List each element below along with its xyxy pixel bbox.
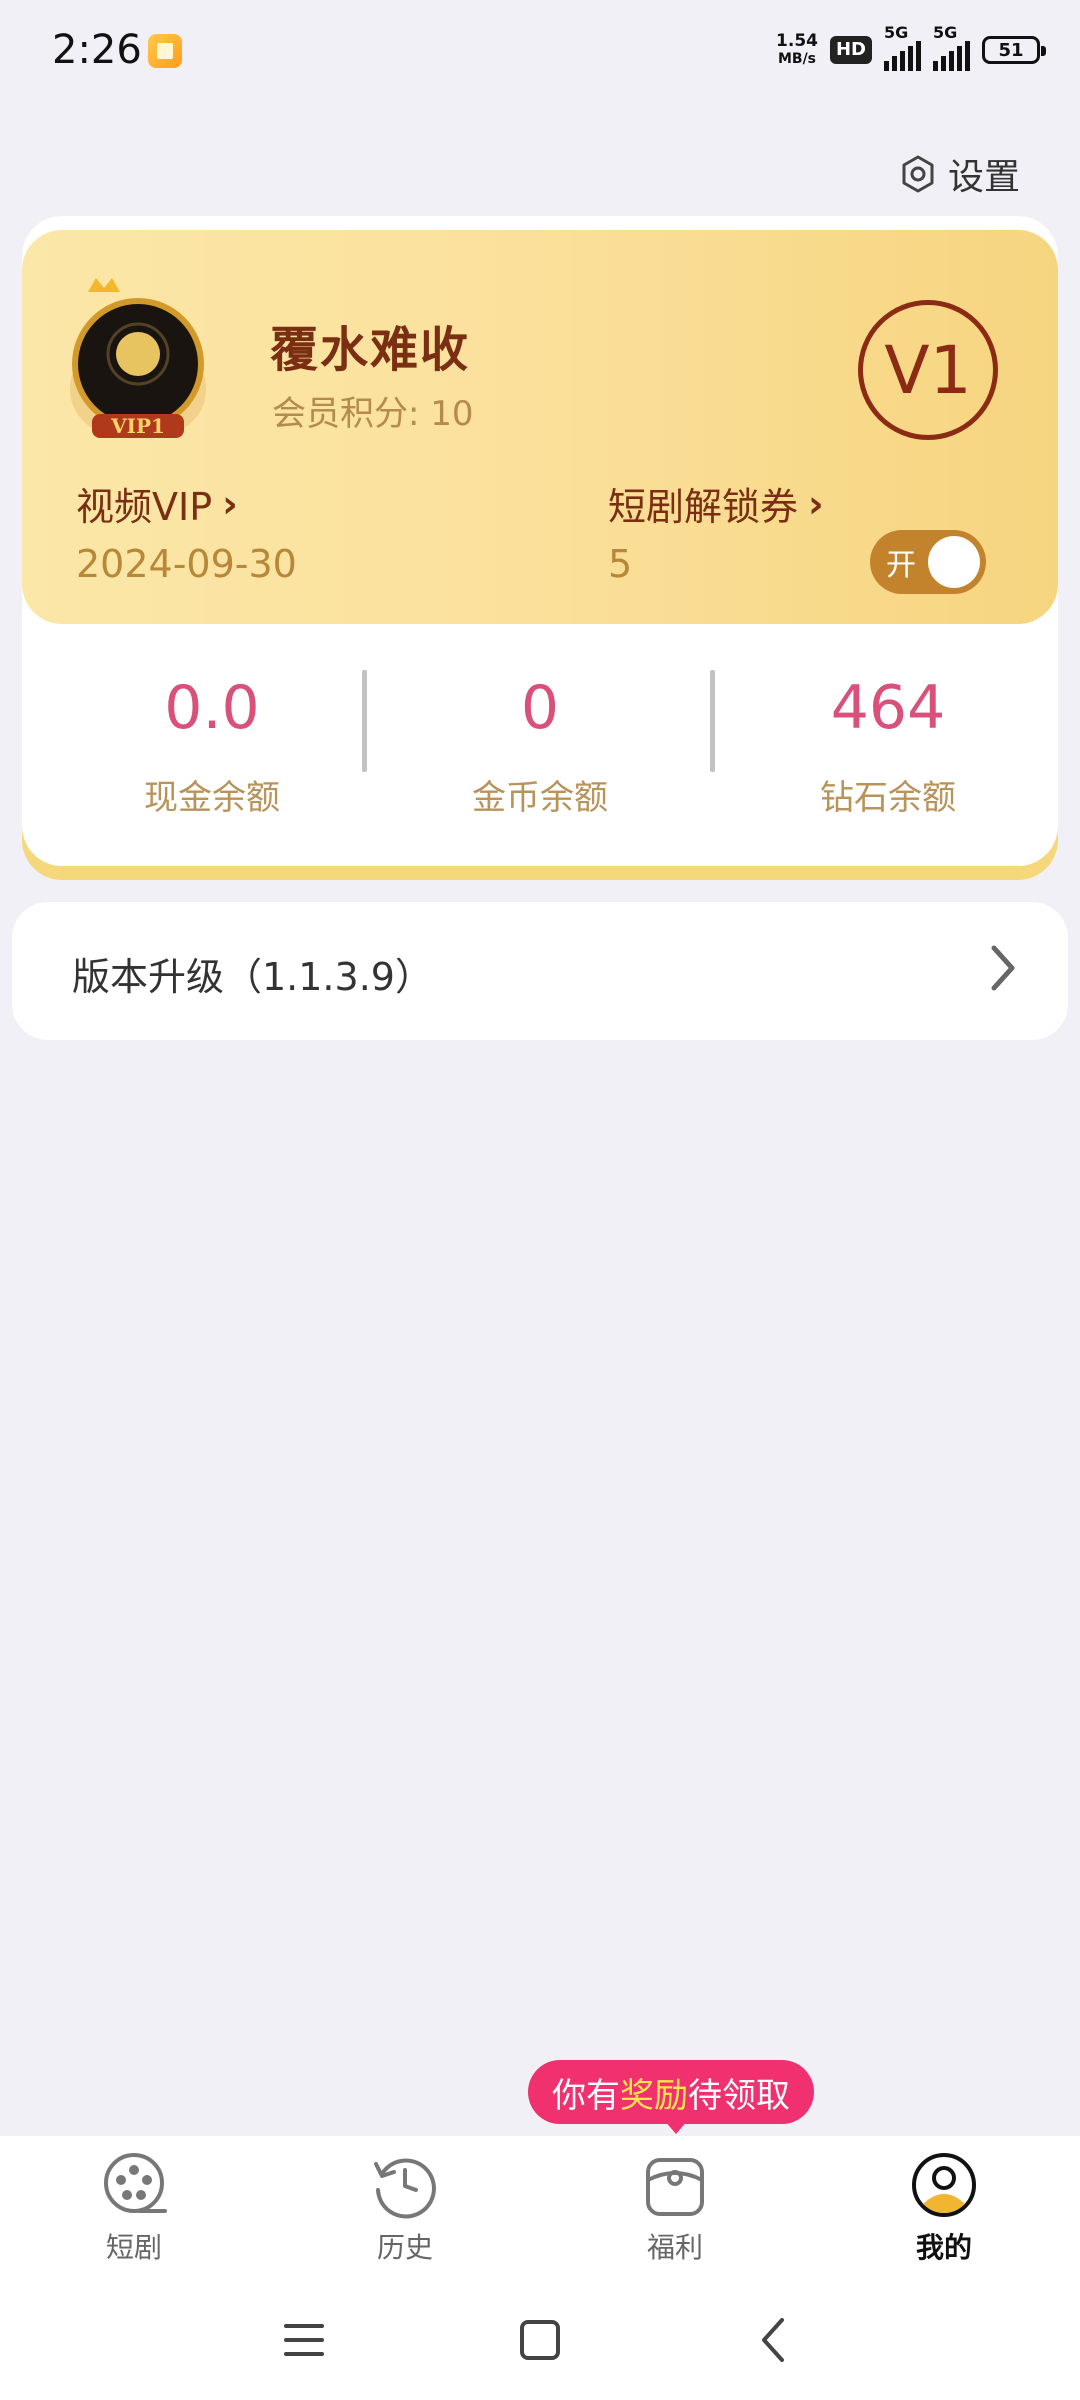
profile-icon xyxy=(912,2153,976,2217)
settings-label: 设置 xyxy=(947,157,1020,198)
diamond-balance[interactable]: 464 钻石余额 xyxy=(738,668,1038,819)
profile-card: VIP1 覆水难收 会员积分: 10 V1 视频VIP › 2024-09-30… xyxy=(22,216,1058,866)
version-upgrade-label: 版本升级（1.1.3.9） xyxy=(72,955,433,999)
cash-balance[interactable]: 0.0 现金余额 xyxy=(62,668,362,819)
battery-level: 51 xyxy=(998,39,1024,61)
diamond-balance-label: 钻石余额 xyxy=(820,778,956,818)
chevron-right-icon xyxy=(991,945,1015,991)
battery-icon: 51 xyxy=(982,36,1046,64)
reward-highlight: 奖励 xyxy=(620,2075,688,2116)
nav-label: 历史 xyxy=(376,2231,433,2264)
status-indicators: 1.54 MB/s HD 5G 5G 51 xyxy=(776,23,1046,71)
diamond-balance-value: 464 xyxy=(830,673,946,743)
version-upgrade-row[interactable]: 版本升级（1.1.3.9） xyxy=(12,902,1068,1040)
cash-balance-value: 0.0 xyxy=(164,673,260,743)
reward-suffix: 待领取 xyxy=(688,2075,790,2116)
auto-unlock-toggle[interactable]: 开 xyxy=(870,530,986,594)
nav-history[interactable]: 历史 xyxy=(335,2150,475,2266)
nav-label: 短剧 xyxy=(105,2231,162,2264)
vip-section: VIP1 覆水难收 会员积分: 10 V1 视频VIP › 2024-09-30… xyxy=(22,230,1058,624)
chevron-right-icon: › xyxy=(222,481,238,526)
nav-welfare[interactable]: 福利 xyxy=(605,2150,745,2266)
coin-balance-label: 金币余额 xyxy=(472,778,608,818)
net-speed-unit: MB/s xyxy=(777,51,817,67)
username: 覆水难收 xyxy=(270,322,471,378)
video-vip-expiry: 2024-09-30 xyxy=(76,542,297,586)
video-vip-label: 视频VIP xyxy=(76,485,213,529)
toggle-label: 开 xyxy=(886,548,916,583)
coupon-count: 5 xyxy=(608,542,633,586)
avatar-vip-badge: VIP1 xyxy=(110,414,165,438)
settings-button[interactable]: 设置 xyxy=(898,148,1020,200)
net-speed-value: 1.54 xyxy=(776,31,818,51)
divider xyxy=(362,670,367,772)
history-clock-icon xyxy=(374,2158,436,2219)
cash-balance-label: 现金余额 xyxy=(144,778,280,818)
coupon-link[interactable]: 短剧解锁券 › xyxy=(608,476,824,531)
coin-balance-value: 0 xyxy=(520,673,560,743)
menu-icon[interactable] xyxy=(274,2310,334,2370)
member-points: 会员积分: 10 xyxy=(272,394,474,434)
video-vip-link[interactable]: 视频VIP › xyxy=(76,476,238,531)
signal-2-label: 5G xyxy=(933,23,958,42)
gear-icon xyxy=(902,155,934,193)
reward-tooltip[interactable]: 你有 奖励 待领取 xyxy=(528,2060,814,2124)
toggle-knob xyxy=(928,536,980,588)
signal-1-label: 5G xyxy=(884,23,909,42)
network-speed: 1.54 MB/s xyxy=(776,32,818,68)
avatar[interactable]: VIP1 xyxy=(52,274,224,446)
nav-label: 我的 xyxy=(915,2231,972,2264)
nav-label: 福利 xyxy=(646,2231,703,2264)
gift-bag-icon xyxy=(646,2158,704,2216)
chevron-right-icon: › xyxy=(808,481,824,526)
notification-app-icon xyxy=(148,34,182,68)
reward-prefix: 你有 xyxy=(552,2075,620,2116)
level-badge[interactable]: V1 xyxy=(858,300,998,440)
signal-2-icon: 5G xyxy=(933,23,970,71)
back-icon[interactable] xyxy=(744,2310,804,2370)
film-reel-icon xyxy=(104,2153,167,2213)
status-time: 2:26 xyxy=(52,27,142,73)
divider xyxy=(710,670,715,772)
reward-tooltip-tail xyxy=(664,2120,688,2134)
hd-badge: HD xyxy=(829,36,872,64)
coin-balance[interactable]: 0 金币余额 xyxy=(390,668,690,819)
home-icon[interactable] xyxy=(510,2310,570,2370)
signal-1-icon: 5G xyxy=(884,23,921,71)
nav-short-drama[interactable]: 短剧 xyxy=(64,2150,204,2266)
coupon-label: 短剧解锁券 xyxy=(608,485,799,529)
nav-mine[interactable]: 我的 xyxy=(874,2150,1014,2266)
